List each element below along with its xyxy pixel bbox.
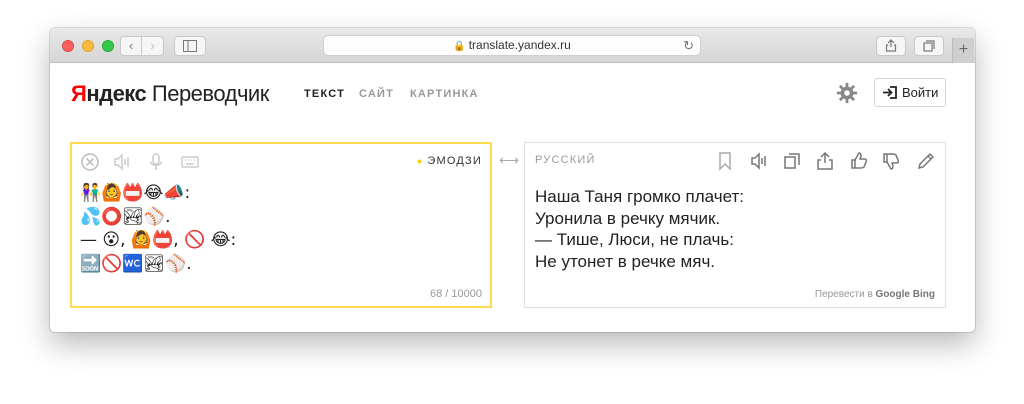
url-text: translate.yandex.ru <box>468 38 571 52</box>
gear-icon[interactable] <box>836 82 858 104</box>
tabs-overview-icon <box>923 40 935 52</box>
close-window-button[interactable] <box>62 40 74 52</box>
source-text-input[interactable]: 👫🙆📛😂📣: 💦⭕🏞⚾. — 😮, 🙆📛, 🚫 😂: 🔜🚫🚾🏞⚾. <box>80 182 480 276</box>
translation-panel: РУССКИЙ Наша Таня громко плачет: Уронила… <box>524 142 946 308</box>
login-label: Войти <box>902 85 939 100</box>
share-icon <box>885 39 897 52</box>
minimize-window-button[interactable] <box>82 40 94 52</box>
address-bar[interactable]: 🔒 translate.yandex.ru ↻ <box>323 35 701 56</box>
show-tabs-button[interactable] <box>914 36 944 56</box>
browser-window: ‹ › 🔒 translate.yandex.ru ↻ + Яндекс Пер… <box>50 28 975 332</box>
tab-text[interactable]: ТЕКСТ <box>304 88 345 100</box>
back-button[interactable]: ‹ <box>120 36 142 56</box>
thumbs-up-icon[interactable] <box>849 151 869 171</box>
source-language-select[interactable]: ● ЭМОДЗИ <box>417 155 482 167</box>
site-logo[interactable]: Яндекс Переводчик <box>71 81 269 107</box>
zoom-window-button[interactable] <box>102 40 114 52</box>
translate-in-other-engines: Перевести в Google Bing <box>814 289 935 300</box>
reload-icon[interactable]: ↻ <box>683 36 694 55</box>
share-icon[interactable] <box>815 151 835 171</box>
forward-button[interactable]: › <box>142 36 164 56</box>
clear-icon[interactable] <box>80 152 100 172</box>
source-panel[interactable]: ● ЭМОДЗИ 👫🙆📛😂📣: 💦⭕🏞⚾. — 😮, 🙆📛, 🚫 😂: 🔜🚫🚾🏞⚾… <box>70 142 492 308</box>
sidebar-toggle-button[interactable] <box>174 36 206 56</box>
logo-product: Переводчик <box>151 81 269 106</box>
share-button[interactable] <box>876 36 906 56</box>
login-icon <box>883 86 897 99</box>
thumbs-down-icon[interactable] <box>881 151 901 171</box>
swap-languages-icon[interactable]: ⟷ <box>499 152 519 169</box>
tab-image[interactable]: КАРТИНКА <box>410 88 479 100</box>
site-header: Яндекс Переводчик ТЕКСТ САЙТ КАРТИНКА Во… <box>50 64 975 126</box>
login-button[interactable]: Войти <box>874 78 946 107</box>
speaker-icon[interactable] <box>112 152 132 172</box>
tab-site[interactable]: САЙТ <box>359 88 394 100</box>
microphone-icon[interactable] <box>146 152 166 172</box>
browser-toolbar: ‹ › 🔒 translate.yandex.ru ↻ + <box>50 28 975 63</box>
chevron-left-icon: ‹ <box>128 38 134 53</box>
sidebar-icon <box>183 40 197 52</box>
bookmark-icon[interactable] <box>715 151 735 171</box>
chevron-right-icon: › <box>150 38 155 53</box>
copy-icon[interactable] <box>782 151 802 171</box>
edit-icon[interactable] <box>916 151 936 171</box>
logo-brand: Яндекс <box>71 81 147 106</box>
target-language-select[interactable]: РУССКИЙ <box>535 154 596 166</box>
translation-output: Наша Таня громко плачет: Уронила в речку… <box>535 187 745 271</box>
new-tab-button[interactable]: + <box>952 38 974 63</box>
character-counter: 68 / 10000 <box>430 288 482 300</box>
google-translate-link[interactable]: Google <box>876 289 910 300</box>
lock-icon: 🔒 <box>453 41 466 52</box>
language-dot-icon: ● <box>416 156 424 166</box>
speaker-icon[interactable] <box>749 151 769 171</box>
bing-translate-link[interactable]: Bing <box>913 289 935 300</box>
keyboard-icon[interactable] <box>180 152 200 172</box>
